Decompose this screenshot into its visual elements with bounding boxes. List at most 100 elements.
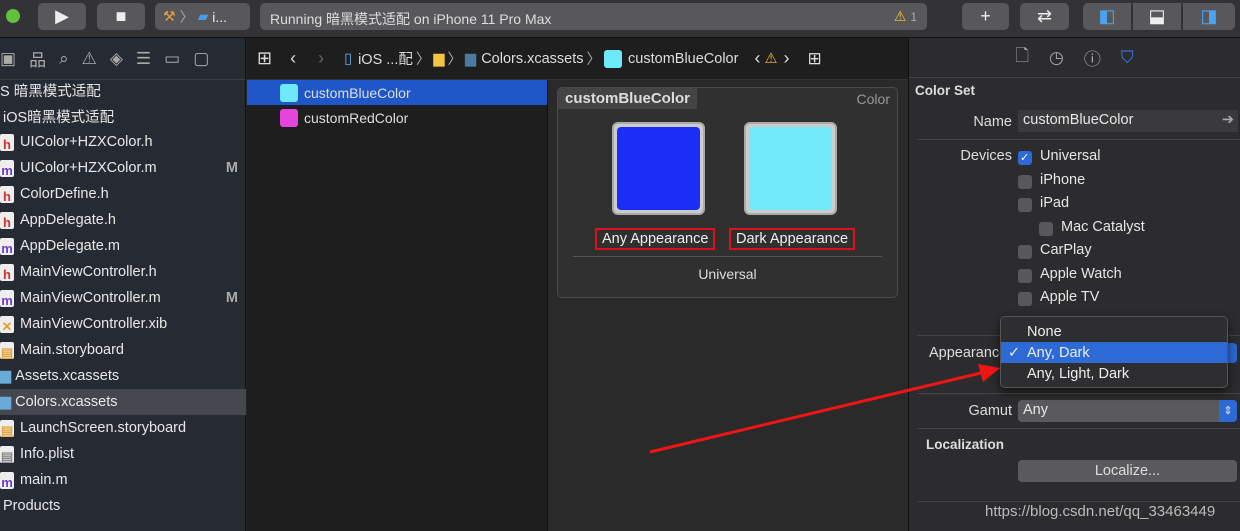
library-button[interactable]: + [962, 3, 1009, 30]
search-icon[interactable]: ⌕ [59, 49, 69, 69]
color-swatch-icon [604, 49, 623, 68]
asset-item[interactable]: customBlueColor [247, 80, 547, 105]
report-icon[interactable]: ▢ [193, 49, 209, 69]
menu-option[interactable]: Any, Light, Dark [1001, 363, 1227, 384]
divider [917, 501, 1240, 502]
device-label: CarPlay [1040, 242, 1092, 258]
navigator-item[interactable]: m AppDelegate.m [0, 233, 246, 259]
any-appearance-well[interactable] [612, 122, 705, 215]
name-label: Name [973, 114, 1012, 130]
navigator-item[interactable]: S 暗黑模式适配 [0, 77, 246, 103]
project-navigator: ▣ 品 ⌕ ⚠ ◈ ☰ ▭ ▢ S 暗黑模式适配 iOS暗黑模式适配 h UIColo… [0, 38, 246, 531]
window-zoom-button[interactable] [6, 9, 20, 23]
folder-icon[interactable]: ▆ [433, 51, 444, 67]
menu-option-label: None [1027, 323, 1062, 340]
warning-count: 1 [910, 10, 917, 24]
m-file-icon: m [0, 159, 14, 177]
navigator-item[interactable]: ▤ LaunchScreen.storyboard [0, 415, 246, 441]
dark-appearance-well[interactable] [744, 122, 837, 215]
project-navigator-icon[interactable]: ▣ [0, 49, 16, 69]
device-checkbox[interactable] [1039, 221, 1053, 236]
breakpoint-icon[interactable]: ▭ [164, 49, 180, 69]
help-icon[interactable]: ⓘ [1084, 45, 1101, 70]
navigator-item[interactable]: h UIColor+HZXColor.h [0, 129, 246, 155]
navigator-item[interactable]: m MainViewController.m M [0, 285, 246, 311]
navigator-item[interactable]: Products [0, 493, 246, 519]
navigator-item[interactable]: m UIColor+HZXColor.m M [0, 155, 246, 181]
attributes-inspector-icon[interactable]: ⛉ [1121, 48, 1134, 68]
navigator-item-label: Info.plist [20, 446, 74, 462]
plist-file-icon: ▤ [0, 445, 14, 463]
toggle-inspector-button[interactable]: ◨ [1183, 3, 1235, 30]
jump-bar: ⊞ ‹ › ▯ iOS ...配 〉 ▆ 〉 ▆ Colors.xcassets… [247, 38, 908, 80]
modified-badge: M [225, 160, 238, 176]
navigator-item[interactable]: ▆ Colors.xcassets [0, 389, 246, 415]
asset-item[interactable]: customRedColor [247, 105, 547, 130]
next-issue-button[interactable]: › [783, 48, 789, 69]
navigator-item[interactable]: ▤ Main.storyboard [0, 337, 246, 363]
issue-icon[interactable]: ⚠ [82, 49, 97, 69]
related-items-icon[interactable]: ⊞ [257, 48, 272, 69]
device-label: Mac Catalyst [1061, 218, 1145, 235]
navigator-item[interactable]: h ColorDefine.h [0, 181, 246, 207]
toggle-navigator-button[interactable]: ◧ [1083, 3, 1131, 30]
device-checkbox[interactable] [1018, 292, 1032, 306]
test-icon[interactable]: ◈ [110, 49, 123, 69]
breadcrumb-project[interactable]: iOS ...配 [358, 48, 413, 69]
history-icon[interactable]: ◷ [1049, 48, 1064, 68]
device-checkbox[interactable]: ✓ [1018, 151, 1032, 165]
code-review-button[interactable]: ⇄ [1020, 3, 1069, 30]
universal-label: Universal [698, 266, 757, 282]
navigator-item[interactable]: m main.m [0, 467, 246, 493]
run-button[interactable]: ▶ [38, 3, 86, 30]
navigator-item[interactable]: ▤ Info.plist [0, 441, 246, 467]
color-set-title: customBlueColor [558, 88, 698, 109]
navigator-item[interactable]: h MainViewController.h [0, 259, 246, 285]
device-label: Apple Watch [1040, 265, 1122, 282]
add-editor-button[interactable]: ⊞ [807, 49, 821, 69]
name-field[interactable]: customBlueColor ➔ [1018, 110, 1238, 132]
prev-issue-button[interactable]: ‹ [754, 48, 760, 69]
navigator-item[interactable]: ✕ MainViewController.xib [0, 311, 246, 337]
navigator-item[interactable]: ▆ Assets.xcassets [0, 363, 246, 389]
any-appearance-label: Any Appearance [595, 228, 716, 250]
gamut-popup[interactable]: Any ⇕ [1018, 400, 1237, 422]
asset-catalog-icon: ▆ [465, 50, 477, 67]
back-button[interactable]: ‹ [290, 48, 296, 69]
scheme-selector[interactable]: ⚒ 〉 ▰ i... [155, 3, 250, 30]
navigator-item-label: MainViewController.h [20, 264, 157, 280]
warning-icon[interactable]: ⚠ [764, 51, 777, 67]
sb-file-icon: ▤ [0, 341, 14, 359]
breadcrumb-item[interactable]: customBlueColor [628, 51, 738, 67]
device-checkbox[interactable] [1018, 174, 1032, 189]
device-label: Apple TV [1040, 289, 1100, 305]
asset-label: customBlueColor [304, 84, 411, 101]
debug-icon[interactable]: ☰ [136, 49, 151, 69]
menu-option[interactable]: None [1001, 321, 1227, 342]
arrow-circle-icon[interactable]: ➔ [1222, 112, 1234, 128]
menu-option-label: Any, Light, Dark [1027, 365, 1130, 382]
stop-button[interactable]: ■ [97, 3, 145, 30]
hierarchy-icon[interactable]: 品 [29, 46, 46, 71]
device-checkbox[interactable] [1018, 198, 1032, 212]
chevron-icon: 〉 [447, 52, 463, 68]
navigator-item-label: AppDelegate.m [20, 238, 120, 254]
localize-button[interactable]: Localize... [1018, 460, 1237, 482]
toggle-debug-button[interactable]: ⬓ [1133, 3, 1181, 30]
appearance-popup-stepper[interactable] [1227, 343, 1237, 363]
section-title: Color Set [915, 83, 976, 98]
project-icon: ▯ [344, 50, 353, 67]
navigator-item-label: iOS暗黑模式适配 [3, 109, 115, 126]
breadcrumb-folder[interactable]: Colors.xcassets [481, 51, 583, 67]
menu-option[interactable]: ✓ Any, Dark [1001, 342, 1227, 363]
navigator-item[interactable]: h AppDelegate.h [0, 207, 246, 233]
file-inspector-icon[interactable]: 🗋 [1015, 43, 1029, 72]
device-checkbox[interactable] [1018, 268, 1032, 283]
navigator-item-label: main.m [20, 472, 68, 488]
warning-icon[interactable]: ⚠ [894, 8, 907, 24]
device-checkbox[interactable] [1018, 245, 1032, 259]
navigator-item[interactable]: iOS暗黑模式适配 [0, 103, 246, 129]
color-swatch-icon [280, 108, 298, 127]
forward-button[interactable]: › [318, 48, 324, 69]
navigator-item-label: MainViewController.m [20, 290, 161, 306]
